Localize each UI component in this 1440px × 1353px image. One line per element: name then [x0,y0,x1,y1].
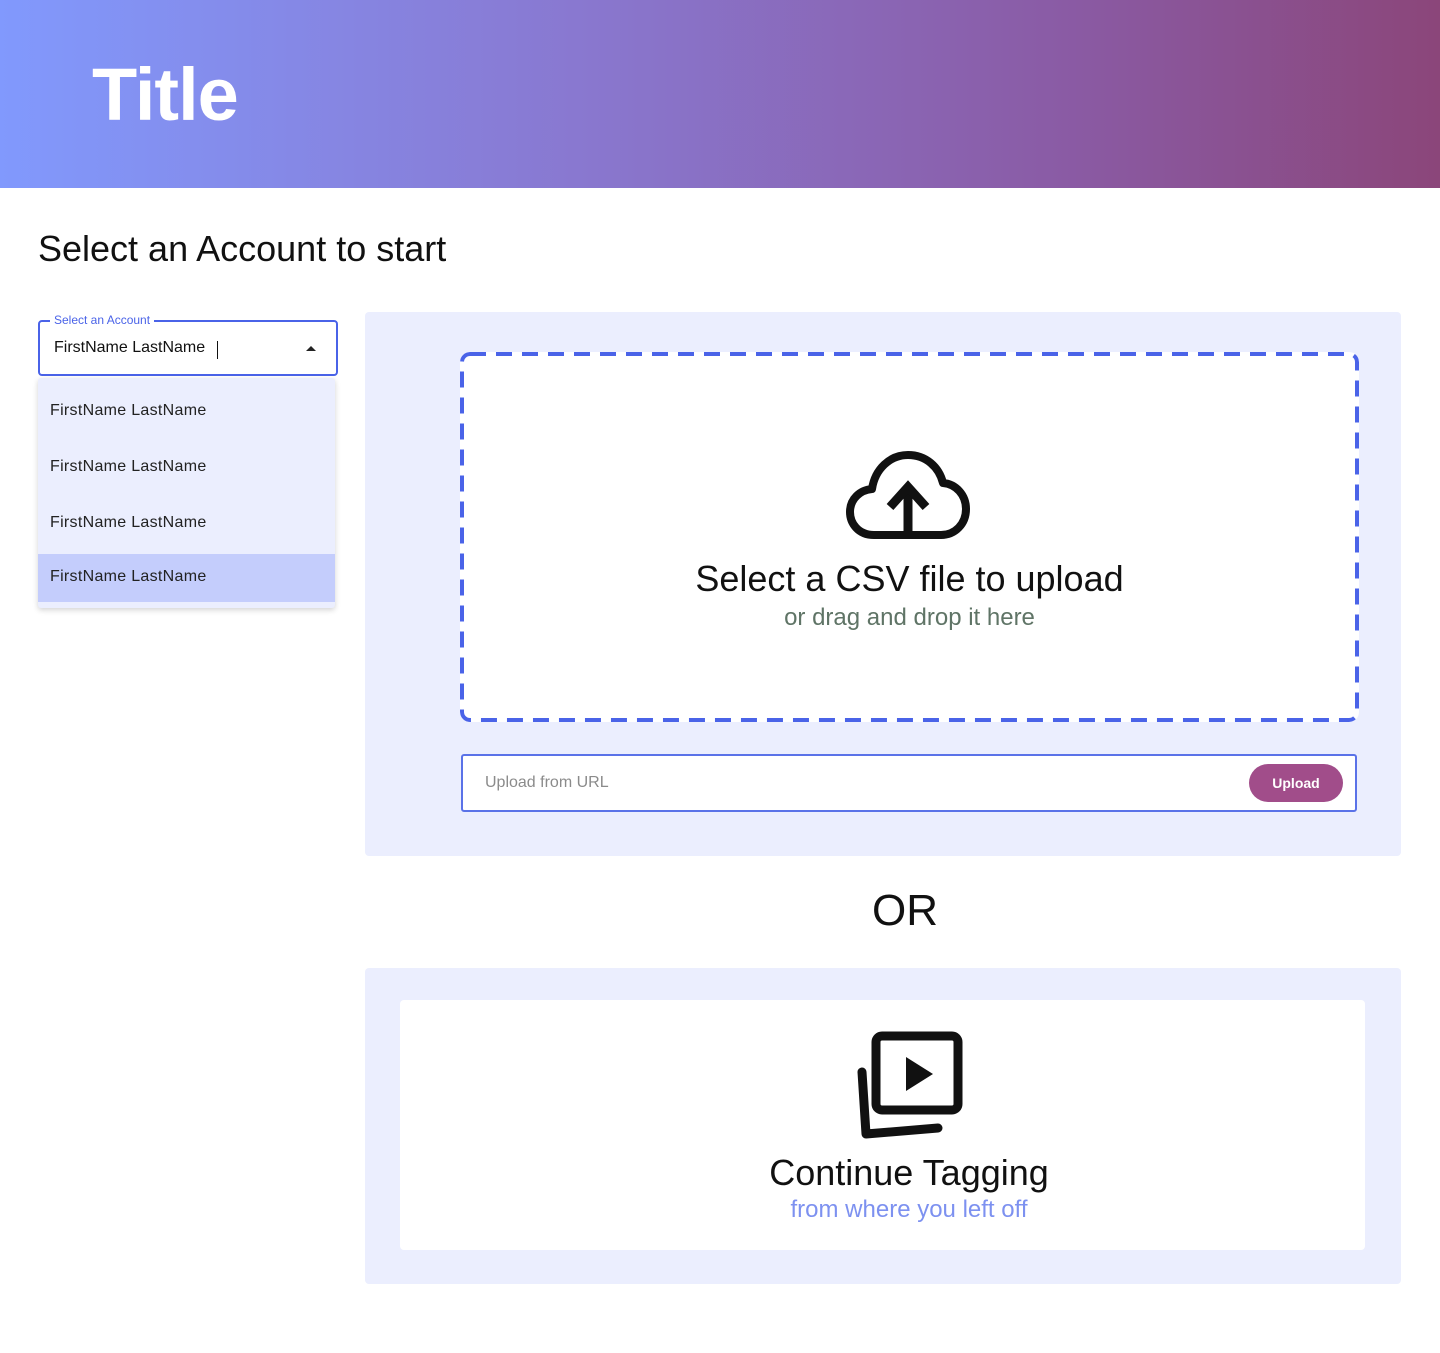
video-library-icon [857,1031,963,1139]
account-option[interactable]: FirstName LastName [38,442,335,498]
dropzone-title: Select a CSV file to upload [695,558,1124,599]
continue-panel: Continue Tagging from where you left off [365,968,1401,1284]
continue-subtitle: from where you left off [790,1196,1028,1223]
or-separator: OR [872,886,938,935]
dropzone-subtitle: or drag and drop it here [784,604,1035,631]
continue-tagging-card[interactable]: Continue Tagging from where you left off [400,1000,1365,1250]
csv-dropzone[interactable]: Select a CSV file to upload or drag and … [460,352,1359,722]
account-option-selected[interactable]: FirstName LastName [38,554,335,602]
upload-url-input[interactable] [463,756,1243,810]
account-dropdown-menu: FirstName LastName FirstName LastName Fi… [38,378,335,608]
continue-title: Continue Tagging [769,1152,1049,1193]
account-option[interactable]: FirstName LastName [38,498,335,554]
chevron-up-icon[interactable] [306,346,316,351]
account-select-label: Select an Account [50,313,155,327]
upload-button[interactable]: Upload [1249,764,1343,802]
text-caret [217,341,218,359]
app-header: Title [0,0,1440,188]
header-title: Title [92,53,239,136]
account-option[interactable]: FirstName LastName [38,386,335,442]
upload-panel: Select a CSV file to upload or drag and … [365,312,1401,856]
page-heading: Select an Account to start [38,228,447,269]
account-select[interactable]: Select an Account FirstName LastName [38,313,338,376]
cloud-upload-icon [846,451,970,539]
account-select-value[interactable]: FirstName LastName [54,339,205,357]
url-upload-bar: Upload [461,754,1357,812]
